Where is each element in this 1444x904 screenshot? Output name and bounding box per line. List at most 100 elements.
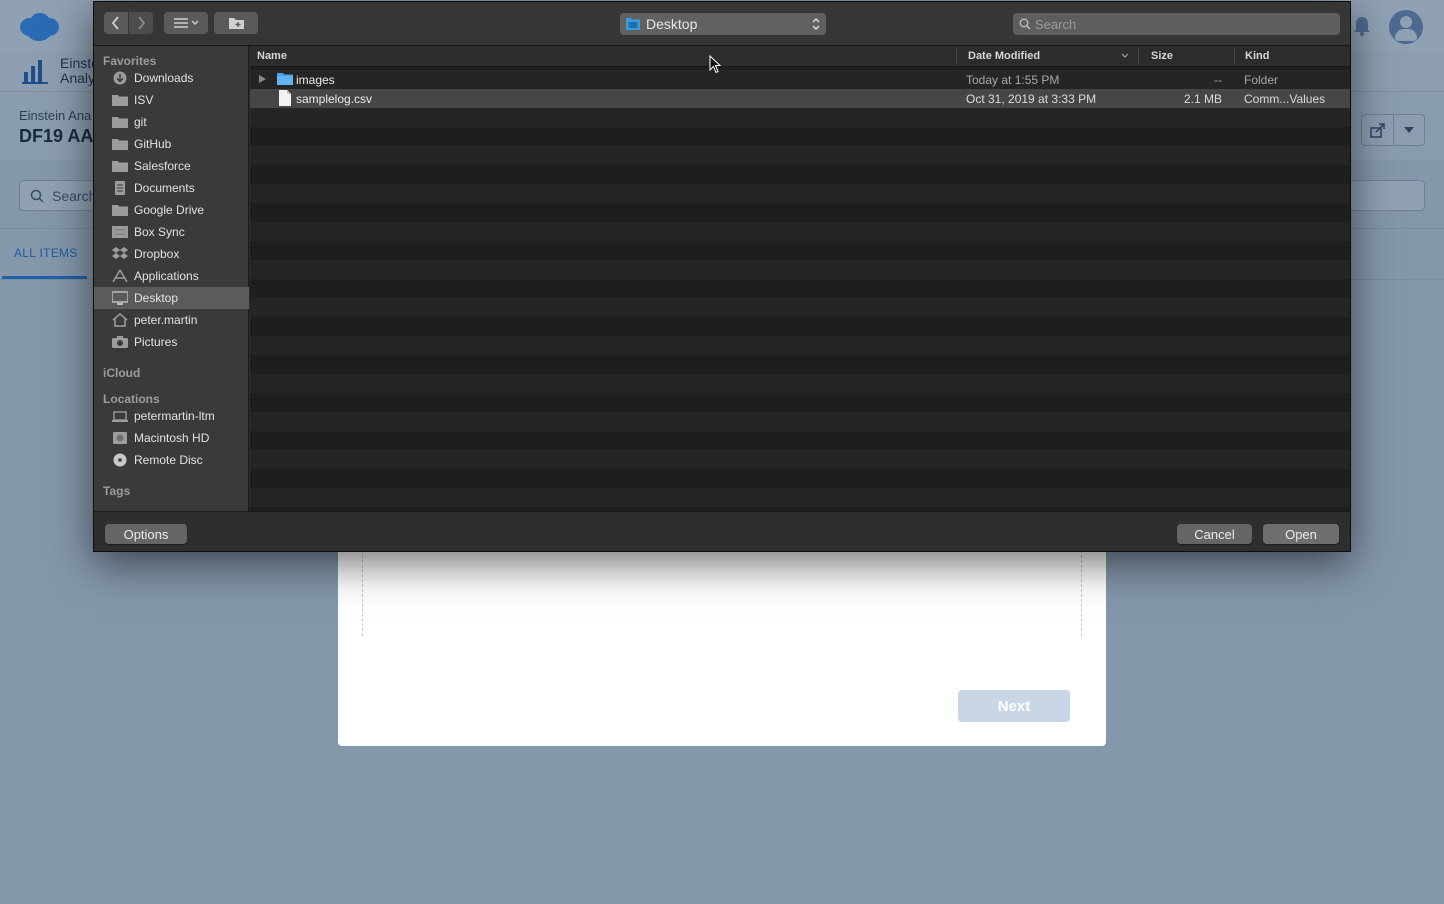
list-view-icon	[174, 18, 199, 28]
share-icon[interactable]	[1370, 122, 1386, 138]
folder-icon	[277, 73, 293, 85]
row-stripe	[250, 241, 1350, 260]
search-icon	[30, 189, 44, 203]
mouse-cursor-icon	[709, 55, 721, 74]
back-button[interactable]	[104, 12, 128, 34]
tags-heading[interactable]: Tags	[103, 484, 130, 498]
sidebar-item-label: peter.martin	[134, 313, 198, 327]
file-name: images	[296, 73, 335, 87]
document-icon	[279, 90, 291, 106]
sidebar-item-label: petermartin-ltm	[134, 409, 215, 423]
downloads-icon	[113, 71, 127, 85]
row-stripe	[250, 431, 1350, 450]
sidebar-item-box-sync[interactable]: Box Sync	[94, 221, 249, 243]
dialog-toolbar: Desktop	[94, 2, 1350, 46]
disclosure-triangle-icon[interactable]	[259, 75, 266, 83]
icloud-heading[interactable]: iCloud	[103, 366, 140, 380]
file-list: Name Date Modified Size Kind images Toda…	[250, 46, 1350, 511]
bell-icon[interactable]	[1350, 14, 1374, 38]
sidebar-item-desktop[interactable]: Desktop	[94, 287, 249, 309]
applications-icon	[112, 269, 128, 283]
sidebar-item-label: Box Sync	[134, 225, 185, 239]
row-stripe	[250, 336, 1350, 355]
column-header: Name Date Modified Size Kind	[250, 46, 1350, 67]
sidebar-item-documents[interactable]: Documents	[94, 177, 249, 199]
location-dropdown[interactable]: Desktop	[620, 13, 826, 35]
next-button[interactable]: Next	[958, 690, 1070, 722]
sidebar-item-label: Documents	[134, 181, 195, 195]
box-icon	[112, 226, 128, 238]
row-stripe	[250, 450, 1350, 469]
file-date: Today at 1:55 PM	[966, 73, 1060, 87]
dropbox-icon	[112, 247, 128, 259]
row-stripe	[250, 488, 1350, 507]
chevron-left-icon	[111, 16, 119, 30]
home-icon	[112, 313, 128, 327]
column-date-modified[interactable]: Date Modified	[968, 50, 1040, 62]
record-actions	[1361, 114, 1425, 146]
row-stripe	[250, 127, 1350, 146]
row-stripe	[250, 146, 1350, 165]
sidebar-item-pictures[interactable]: Pictures	[94, 331, 249, 353]
documents-icon	[115, 181, 125, 195]
sidebar-item-label: Applications	[134, 269, 199, 283]
dropzone-border-right	[1081, 550, 1082, 636]
divider	[1393, 115, 1394, 145]
sidebar-item-label: Salesforce	[134, 159, 191, 173]
column-size[interactable]: Size	[1151, 50, 1173, 62]
desktop-icon	[112, 291, 128, 305]
camera-icon	[112, 336, 128, 348]
row-stripe	[250, 279, 1350, 298]
new-folder-button[interactable]	[214, 12, 258, 34]
chevron-down-icon[interactable]	[1403, 125, 1415, 135]
hard-disk-icon	[113, 432, 127, 444]
file-row-folder[interactable]: images Today at 1:55 PM -- Folder	[250, 70, 1350, 89]
active-tab-indicator	[2, 276, 87, 279]
sidebar-item-applications[interactable]: Applications	[94, 265, 249, 287]
disc-icon	[113, 453, 127, 467]
folder-icon	[112, 161, 128, 172]
avatar-icon[interactable]	[1389, 10, 1423, 44]
analytics-chart-icon	[22, 60, 48, 84]
sidebar: Favorites Downloads ISV git GitHub Sales…	[94, 46, 249, 511]
folder-icon	[112, 205, 128, 216]
row-stripe	[250, 374, 1350, 393]
sidebar-item-isv[interactable]: ISV	[94, 89, 249, 111]
row-stripe	[250, 260, 1350, 279]
sidebar-item-salesforce[interactable]: Salesforce	[94, 155, 249, 177]
sidebar-item-macintosh-hd[interactable]: Macintosh HD	[94, 427, 249, 449]
column-divider	[1234, 48, 1235, 65]
tab-all-items[interactable]: ALL ITEMS	[14, 246, 78, 260]
column-name[interactable]: Name	[257, 50, 287, 62]
sidebar-item-git[interactable]: git	[94, 111, 249, 133]
sidebar-item-dropbox[interactable]: Dropbox	[94, 243, 249, 265]
sidebar-item-home[interactable]: peter.martin	[94, 309, 249, 331]
row-stripe	[250, 355, 1350, 374]
sidebar-item-label: Remote Disc	[134, 453, 203, 467]
dropzone-border-left	[362, 550, 363, 636]
row-stripe	[250, 298, 1350, 317]
view-options-button[interactable]	[164, 12, 208, 34]
file-date: Oct 31, 2019 at 3:33 PM	[966, 92, 1097, 106]
sidebar-item-google-drive[interactable]: Google Drive	[94, 199, 249, 221]
sidebar-item-petermartin-ltm[interactable]: petermartin-ltm	[94, 405, 249, 427]
locations-heading: Locations	[103, 392, 160, 406]
open-button[interactable]: Open	[1263, 524, 1339, 544]
row-stripe	[250, 393, 1350, 412]
dialog-footer: Options Cancel Open	[94, 511, 1350, 551]
cancel-button[interactable]: Cancel	[1177, 524, 1252, 544]
sidebar-item-downloads[interactable]: Downloads	[94, 67, 249, 89]
sidebar-item-github[interactable]: GitHub	[94, 133, 249, 155]
forward-button[interactable]	[129, 12, 153, 34]
column-kind[interactable]: Kind	[1245, 50, 1269, 62]
sidebar-item-remote-disc[interactable]: Remote Disc	[94, 449, 249, 471]
row-stripe	[250, 412, 1350, 431]
search-field[interactable]	[1013, 13, 1340, 35]
file-row-selected[interactable]: samplelog.csv Oct 31, 2019 at 3:33 PM 2.…	[250, 89, 1350, 108]
search-input[interactable]	[1035, 15, 1335, 33]
record-title: DF19 AA	[19, 126, 94, 146]
row-stripe	[250, 203, 1350, 222]
salesforce-cloud-icon[interactable]	[18, 12, 60, 42]
file-name: samplelog.csv	[296, 92, 373, 106]
options-button[interactable]: Options	[105, 524, 187, 544]
